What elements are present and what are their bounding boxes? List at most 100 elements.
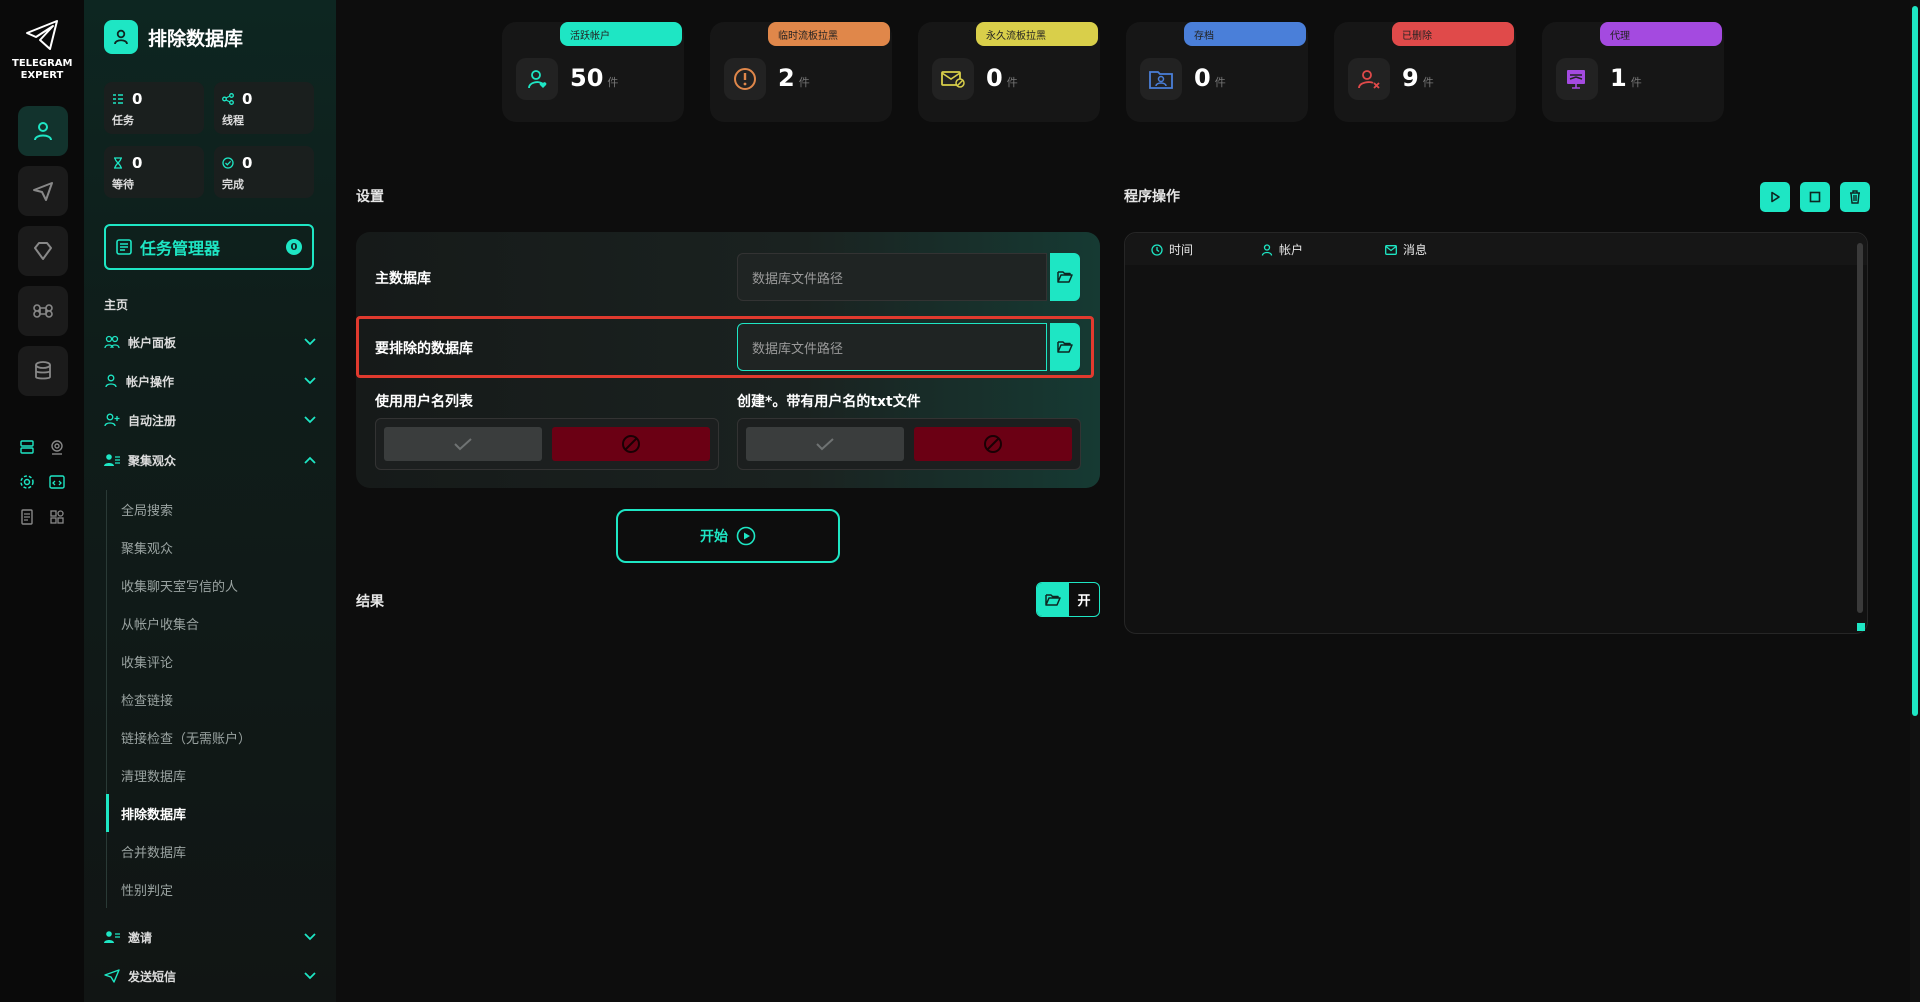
stat-card-tasks: 0 任务 — [104, 82, 204, 134]
task-manager-button[interactable]: 任务管理器 0 — [104, 224, 314, 270]
use-usernames-label: 使用用户名列表 — [375, 394, 473, 410]
create-txt-yes-button[interactable] — [746, 427, 904, 461]
create-txt-label: 创建*。带有用户名的txt文件 — [737, 394, 921, 410]
user-list-icon — [104, 454, 120, 466]
stat-waiting-label: 等待 — [112, 178, 134, 191]
gather-audience-submenu: 全局搜索 聚集观众 收集聊天室写信的人 从帐户收集合 收集评论 检查链接 链接检… — [106, 490, 316, 908]
submenu-item[interactable]: 从帐户收集合 — [107, 604, 316, 642]
warning-circle-icon — [724, 58, 766, 100]
exclude-db-input[interactable]: 数据库文件路径 — [737, 323, 1047, 371]
check-icon — [454, 438, 472, 451]
submenu-item[interactable]: 合并数据库 — [107, 832, 316, 870]
rail-diamond-button[interactable] — [18, 226, 68, 276]
log-scrollbar[interactable] — [1857, 243, 1863, 613]
submenu-item[interactable]: 性别判定 — [107, 870, 316, 908]
top-stat-unit: 件 — [798, 76, 810, 89]
exclude-db-browse-button[interactable] — [1050, 323, 1080, 371]
exclude-db-label: 要排除的数据库 — [375, 341, 473, 357]
nav-group-send-sms[interactable]: 发送短信 — [104, 964, 316, 988]
main-db-browse-button[interactable] — [1050, 253, 1080, 301]
top-stat-active-accounts: 活跃帐户 50 件 — [502, 22, 684, 122]
notes-icon — [21, 509, 33, 525]
nav-group-label: 帐户面板 — [128, 335, 177, 350]
submenu-item[interactable]: 检查链接 — [107, 680, 316, 718]
top-stat-tag: 临时流板拉黑 — [768, 22, 890, 46]
telegram-logo-icon — [26, 20, 58, 50]
nav-group-auto-register[interactable]: 自动注册 — [104, 408, 316, 432]
rail-small-code-button[interactable] — [46, 471, 68, 493]
submenu-item[interactable]: 收集评论 — [107, 642, 316, 680]
nav-group-gather-audience[interactable]: 聚集观众 — [104, 448, 316, 472]
top-stat-value: 2 — [778, 64, 795, 92]
user-heart-icon — [516, 58, 558, 100]
main-db-label: 主数据库 — [375, 271, 431, 287]
top-stat-value-group: 1件 — [1610, 64, 1642, 92]
submenu-item[interactable]: 聚集观众 — [107, 528, 316, 566]
home-label: 主页 — [104, 298, 129, 312]
rail-small-list-button[interactable] — [16, 436, 38, 458]
top-stat-unit: 件 — [1630, 76, 1642, 89]
top-stat-tag: 活跃帐户 — [560, 22, 682, 46]
top-stat-tag: 永久流板拉黑 — [976, 22, 1098, 46]
folder-open-icon — [1037, 583, 1069, 616]
nav-group-label: 聚集观众 — [128, 453, 177, 468]
create-txt-no-button[interactable] — [914, 427, 1072, 461]
gear-icon — [20, 475, 34, 489]
nav-group-account-panel[interactable]: 帐户面板 — [104, 330, 316, 354]
rail-small-webcam-button[interactable] — [46, 436, 68, 458]
app-logo[interactable]: TELEGRAM EXPERT — [12, 18, 72, 82]
start-button[interactable]: 开始 — [616, 509, 840, 563]
page-scrollbar[interactable] — [1910, 0, 1920, 1002]
command-icon — [33, 304, 53, 318]
rail-send-button[interactable] — [18, 166, 68, 216]
ban-icon — [984, 435, 1002, 453]
submenu-item[interactable]: 链接检查（无需账户） — [107, 718, 316, 756]
log-column-account[interactable]: 帐户 — [1261, 241, 1303, 258]
rail-accounts-button[interactable] — [18, 106, 68, 156]
stat-card-threads: 0 线程 — [214, 82, 314, 134]
folder-open-icon — [1057, 271, 1073, 283]
submenu-item-active[interactable]: 排除数据库 — [106, 794, 316, 832]
chevron-down-icon — [304, 377, 316, 385]
open-results-label: 开 — [1077, 594, 1091, 609]
clock-icon — [1151, 243, 1163, 256]
log-panel: 时间 帐户 消息 — [1124, 232, 1868, 634]
rail-database-button[interactable] — [18, 346, 68, 396]
resize-handle-icon[interactable] — [1857, 623, 1865, 631]
task-manager-badge: 0 — [286, 239, 302, 255]
rail-small-shapes-button[interactable] — [46, 506, 68, 528]
rail-small-notes-button[interactable] — [16, 506, 38, 528]
ops-play-button[interactable] — [1760, 182, 1790, 212]
stat-threads-label: 线程 — [222, 114, 244, 127]
top-stat-value-group: 2件 — [778, 64, 810, 92]
stat-tasks-label: 任务 — [112, 114, 134, 127]
ops-stop-button[interactable] — [1800, 182, 1830, 212]
rail-command-button[interactable] — [18, 286, 68, 336]
user-plus-icon — [104, 413, 120, 427]
log-column-label: 消息 — [1403, 243, 1428, 257]
submenu-item[interactable]: 全局搜索 — [107, 490, 316, 528]
left-rail: TELEGRAM EXPERT — [0, 0, 84, 1002]
top-stat-perm-ban: 永久流板拉黑 0件 — [918, 22, 1100, 122]
user-list-icon — [104, 931, 120, 943]
use-usernames-yes-button[interactable] — [384, 427, 542, 461]
chevron-up-icon — [304, 456, 316, 464]
ops-clear-button[interactable] — [1840, 182, 1870, 212]
log-header: 时间 帐户 消息 — [1125, 233, 1867, 265]
log-column-time[interactable]: 时间 — [1151, 241, 1193, 258]
use-usernames-no-button[interactable] — [552, 427, 710, 461]
nav-group-account-ops[interactable]: 帐户操作 — [104, 369, 316, 393]
trash-icon — [1850, 190, 1860, 204]
main-db-input[interactable]: 数据库文件路径 — [737, 253, 1047, 301]
submenu-item[interactable]: 清理数据库 — [107, 756, 316, 794]
log-column-message[interactable]: 消息 — [1385, 241, 1427, 258]
rail-small-settings-button[interactable] — [16, 471, 38, 493]
page-scrollbar-thumb[interactable] — [1912, 6, 1918, 716]
logo-line2: EXPERT — [20, 70, 64, 81]
submenu-item[interactable]: 收集聊天室写信的人 — [107, 566, 316, 604]
nav-group-invite[interactable]: 邀请 — [104, 925, 316, 949]
open-results-button[interactable]: 开 — [1036, 582, 1100, 617]
nav-group-label: 帐户操作 — [126, 374, 175, 389]
top-stat-proxy: 代理 1件 — [1542, 22, 1724, 122]
top-stat-unit: 件 — [1214, 76, 1226, 89]
